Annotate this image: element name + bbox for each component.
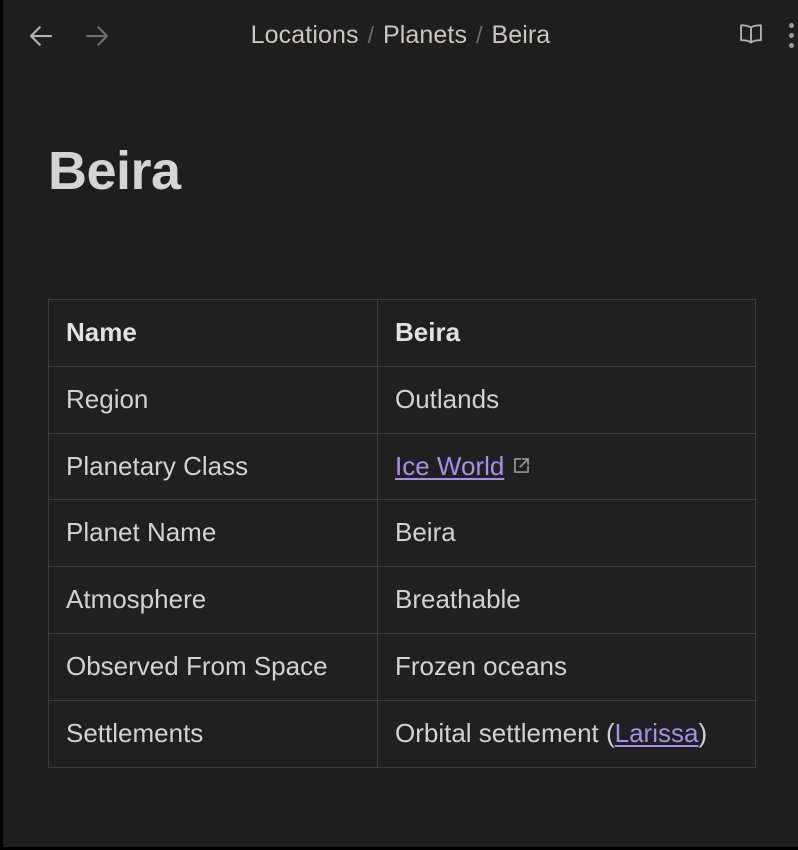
settlement-text-suffix: ): [698, 718, 708, 749]
table-row: Planet Name Beira: [48, 499, 756, 568]
page-content: Beira Name Beira Region Outlands Planeta…: [3, 71, 798, 769]
breadcrumb-separator: /: [367, 22, 374, 48]
row-key-planetary-class: Planetary Class: [48, 432, 378, 501]
table-row: Settlements Orbital settlement (Larissa): [48, 700, 756, 769]
table-row: Region Outlands: [48, 365, 756, 434]
table-header-key: Name: [48, 298, 378, 367]
row-value-atmosphere: Breathable: [377, 566, 756, 635]
kebab-dot: [788, 43, 794, 48]
external-link-icon: [511, 455, 532, 476]
row-key-planet-name: Planet Name: [48, 499, 378, 568]
reader-view-button[interactable]: [734, 19, 768, 53]
row-value-planet-name: Beira: [377, 499, 756, 568]
row-key-atmosphere: Atmosphere: [48, 566, 378, 635]
kebab-dot: [788, 23, 794, 28]
table-header-value: Beira: [377, 298, 756, 367]
row-value-observed-from-space: Frozen oceans: [377, 633, 756, 702]
breadcrumb-item-locations[interactable]: Locations: [251, 21, 359, 50]
row-key-region: Region: [48, 365, 378, 434]
row-value-planetary-class: Ice World: [377, 432, 756, 501]
breadcrumb: Locations / Planets / Beira: [3, 0, 798, 71]
app-window: Locations / Planets / Beira Beira Name B…: [3, 0, 798, 847]
table-row: Atmosphere Breathable: [48, 566, 756, 635]
row-key-observed-from-space: Observed From Space: [48, 633, 378, 702]
kebab-dot: [788, 33, 794, 38]
more-options-button[interactable]: [782, 19, 798, 53]
link-ice-world[interactable]: Ice World: [395, 451, 504, 481]
link-larissa[interactable]: Larissa: [615, 718, 699, 748]
forward-button[interactable]: [79, 18, 115, 54]
breadcrumb-item-beira: Beira: [491, 21, 551, 49]
row-value-settlements: Orbital settlement (Larissa): [377, 700, 756, 769]
arrow-left-icon: [26, 21, 56, 51]
breadcrumb-separator: /: [476, 22, 483, 48]
page-title: Beira: [48, 141, 181, 201]
table-row: Planetary Class Ice World: [48, 432, 756, 501]
arrow-right-icon: [82, 21, 112, 51]
back-button[interactable]: [23, 18, 59, 54]
breadcrumb-item-planets[interactable]: Planets: [383, 21, 467, 50]
top-bar: Locations / Planets / Beira: [3, 0, 798, 71]
navigation-arrows: [23, 18, 115, 54]
book-icon: [737, 20, 765, 51]
infobox: Name Beira Region Outlands Planetary Cla…: [48, 298, 756, 769]
row-value-region: Outlands: [377, 365, 756, 434]
top-bar-actions: [734, 0, 798, 71]
settlement-text-prefix: Orbital settlement (: [395, 718, 615, 749]
row-key-settlements: Settlements: [48, 700, 378, 769]
table-row-header: Name Beira: [48, 298, 756, 367]
infobox-table: Name Beira Region Outlands Planetary Cla…: [48, 298, 756, 769]
table-row: Observed From Space Frozen oceans: [48, 633, 756, 702]
